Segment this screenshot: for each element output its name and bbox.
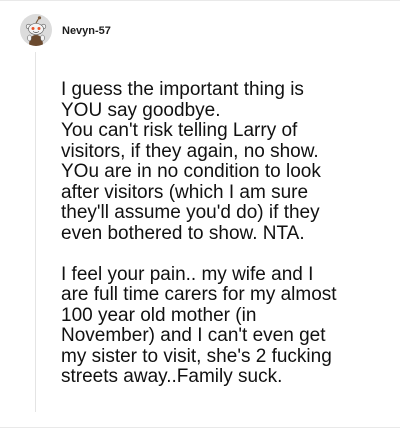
comment-author[interactable]: Nevyn-57 [62, 24, 111, 38]
comment-paragraph: I guess the important thing is YOU say g… [61, 79, 381, 244]
reddit-snoo-avatar-icon[interactable] [20, 14, 52, 46]
comment-line: I feel your pain.. my wife and I [61, 263, 314, 285]
comment-line: YOu are in no condition to look [61, 161, 321, 182]
thread-collapse-line[interactable] [35, 52, 36, 412]
comment-card: Nevyn-57 I guess the important thing is … [0, 0, 400, 428]
comment-line: November) and I can't even get [61, 325, 326, 346]
comment-line: they'll assume you'd do) if they [61, 202, 320, 223]
comment-line: I guess the important thing is [61, 79, 304, 100]
comment-line: even bothered to show. NTA. [61, 222, 305, 244]
comment-line: streets away..Family suck. [61, 366, 283, 387]
comment-line: my sister to visit, she's 2 fucking [61, 345, 332, 367]
comment-line: You can't risk telling Larry of [61, 120, 298, 141]
comment-line: are full time carers for my almost [61, 284, 337, 305]
comment-line: after visitors (which I am sure [61, 181, 309, 203]
comment-line: 100 year old mother (in [61, 304, 257, 326]
comment-line: visitors, if they again, no show. [61, 140, 319, 162]
card-top-border [0, 0, 400, 1]
comment-body: I guess the important thing is YOU say g… [61, 79, 381, 388]
comment-paragraph: I feel your pain.. my wife and I are ful… [61, 263, 381, 388]
comment-line: YOU say goodbye. [61, 99, 221, 121]
